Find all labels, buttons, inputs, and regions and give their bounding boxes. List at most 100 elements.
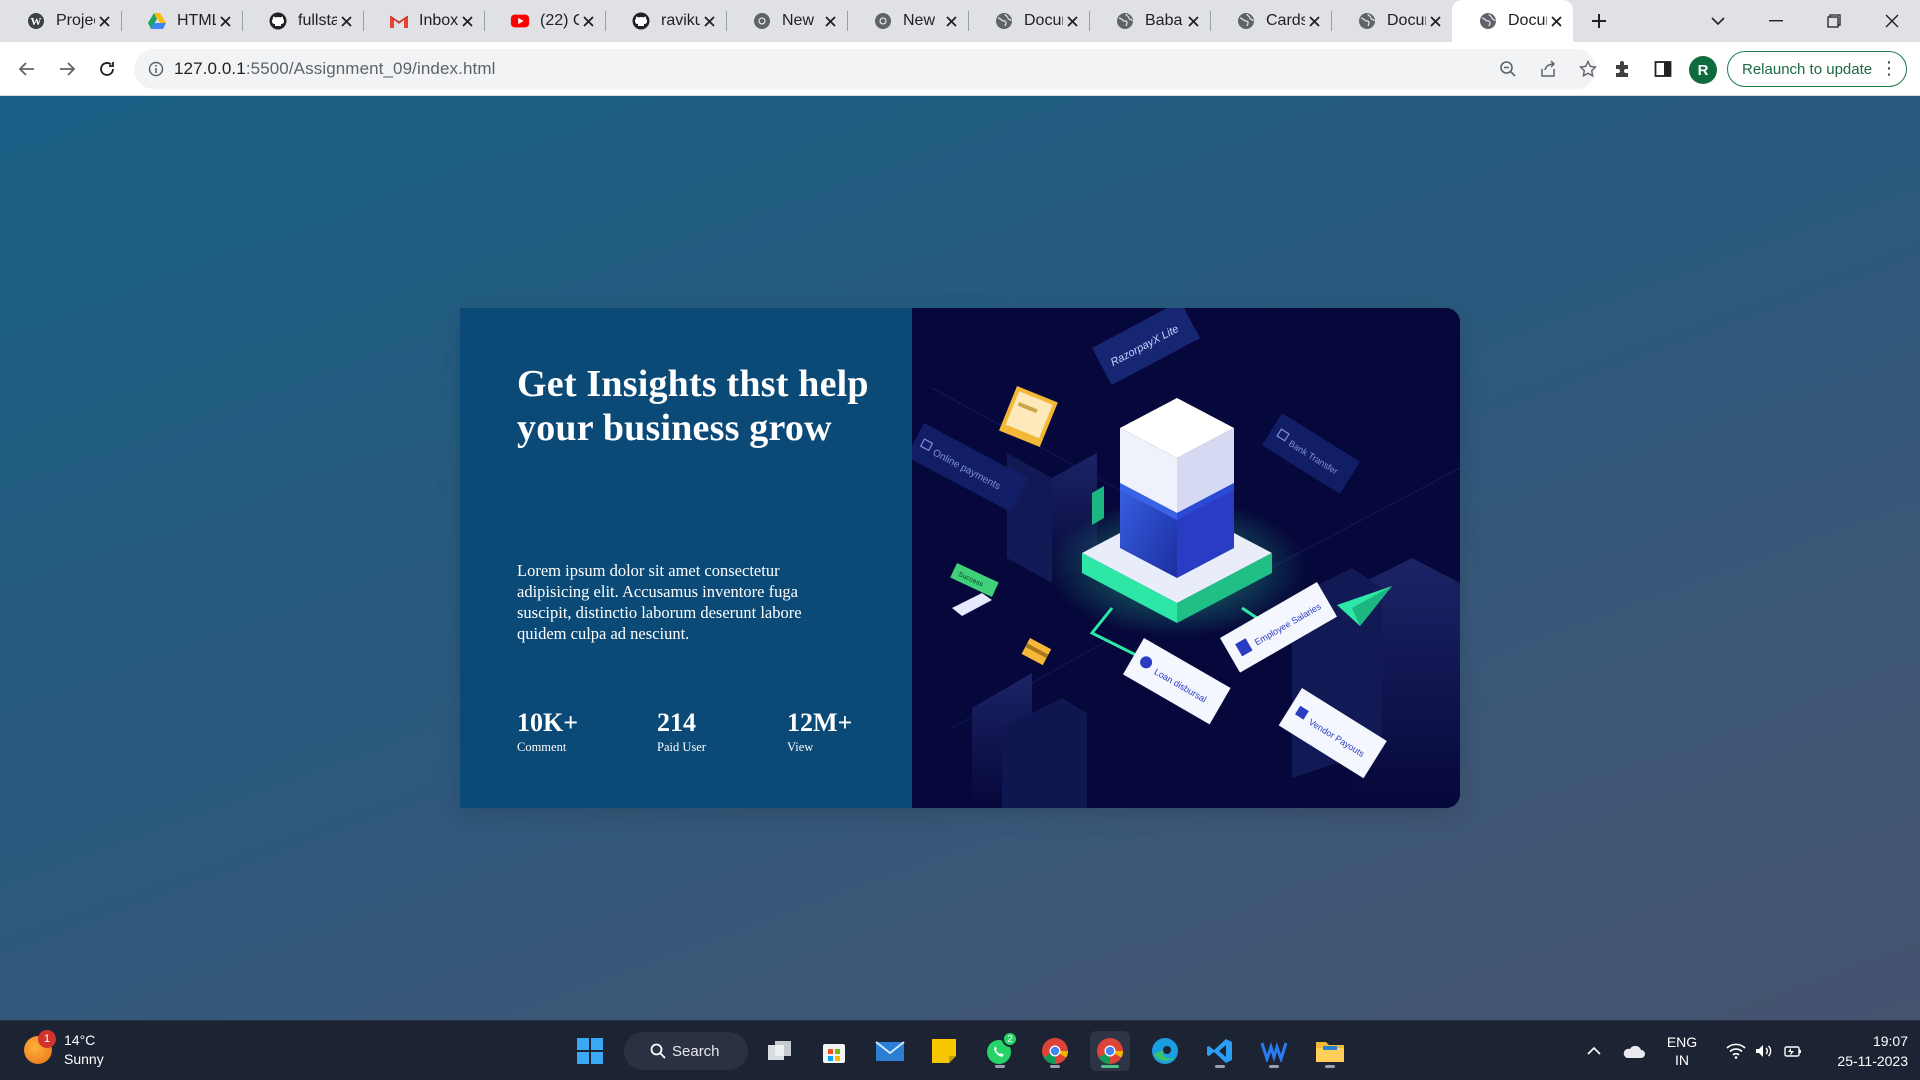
weather-badge: 1 (38, 1030, 56, 1048)
taskbar-app-w[interactable] (1254, 1031, 1294, 1071)
close-tab-icon[interactable] (1063, 12, 1081, 30)
running-indicator (1215, 1065, 1225, 1068)
tab-title: fullstack (298, 12, 337, 29)
weather-widget[interactable]: 1 14°C Sunny (24, 1030, 104, 1069)
taskbar-chrome[interactable] (1035, 1031, 1075, 1071)
chevron-down-icon (1711, 17, 1725, 26)
new-tab-button[interactable] (1577, 0, 1621, 42)
stat-views: 12M+ View (787, 708, 877, 755)
reload-button[interactable] (89, 51, 125, 87)
tab-12[interactable]: Document (1331, 0, 1452, 42)
relaunch-button[interactable]: Relaunch to update ⋮ (1727, 51, 1907, 87)
task-view-icon (768, 1041, 791, 1060)
globe-icon (1236, 11, 1256, 31)
tab-2[interactable]: HTML (121, 0, 242, 42)
close-tab-icon[interactable] (1305, 12, 1323, 30)
system-clock[interactable]: 19:07 25-11-2023 (1812, 1031, 1908, 1071)
info-icon[interactable] (148, 61, 164, 77)
tab-title: (22) C (540, 12, 579, 29)
vscode-icon (1207, 1039, 1232, 1063)
sticky-notes-icon (932, 1039, 956, 1063)
close-tab-icon[interactable] (700, 12, 718, 30)
tab-10[interactable]: Baba (1089, 0, 1210, 42)
taskbar-mail[interactable] (870, 1031, 910, 1071)
minimize-button[interactable] (1748, 0, 1804, 42)
tab-5[interactable]: (22) C (484, 0, 605, 42)
search-label: Search (672, 1042, 720, 1060)
share-button[interactable] (1530, 51, 1566, 87)
taskbar-search[interactable]: Search (624, 1032, 748, 1070)
restore-button[interactable] (1806, 0, 1862, 42)
tab-1[interactable]: W Projects (0, 0, 121, 42)
stat-comments: 10K+ Comment (517, 708, 657, 755)
close-tab-icon[interactable] (579, 12, 597, 30)
close-tab-icon[interactable] (216, 12, 234, 30)
zoom-button[interactable] (1490, 51, 1526, 87)
back-button[interactable] (9, 51, 45, 87)
bookmark-button[interactable] (1570, 51, 1606, 87)
page-viewport: Get Insights thst help your business gro… (0, 96, 1920, 1020)
battery-icon (1784, 1046, 1801, 1057)
language-indicator[interactable]: ENG IN (1660, 1021, 1704, 1080)
close-tab-icon[interactable] (95, 12, 113, 30)
taskbar-file-explorer[interactable] (1310, 1031, 1350, 1071)
close-window-button[interactable] (1864, 0, 1920, 42)
close-tab-icon[interactable] (1547, 12, 1565, 30)
close-icon (1885, 14, 1899, 28)
close-tab-icon[interactable] (1184, 12, 1202, 30)
more-vert-icon[interactable]: ⋮ (1880, 59, 1898, 77)
zoom-out-icon (1500, 61, 1516, 77)
card-heading: Get Insights thst help your business gro… (517, 363, 869, 449)
tab-3[interactable]: fullstack (242, 0, 363, 42)
tab-11[interactable]: Cards (1210, 0, 1331, 42)
url-path: :5500/Assignment_09/index.html (245, 59, 496, 78)
taskbar-edge[interactable] (1145, 1031, 1185, 1071)
region-code: IN (1675, 1052, 1689, 1068)
show-hidden-icons-button[interactable] (1580, 1021, 1608, 1080)
chevron-up-icon (1587, 1046, 1601, 1055)
taskbar-chrome-profile[interactable] (1090, 1031, 1130, 1071)
tab-4[interactable]: Inbox (363, 0, 484, 42)
illustration-panel: RazorpayX Lite Online payments Bank Tran… (912, 308, 1460, 808)
waveform-icon (1260, 1042, 1288, 1062)
onedrive-button[interactable] (1618, 1021, 1648, 1080)
stats-row: 10K+ Comment 214 Paid User 12M+ View (517, 708, 877, 755)
sun-icon: 1 (24, 1030, 56, 1064)
tab-13[interactable]: Document (1452, 0, 1573, 42)
tab-8[interactable]: New (847, 0, 968, 42)
tab-7[interactable]: New (726, 0, 847, 42)
side-panel-button[interactable] (1645, 51, 1681, 87)
profile-avatar[interactable]: R (1689, 56, 1717, 84)
forward-button[interactable] (49, 51, 85, 87)
taskbar-vscode[interactable] (1200, 1031, 1240, 1071)
weather-temperature: 14°C (64, 1032, 96, 1048)
task-view-button[interactable] (760, 1031, 800, 1071)
close-tab-icon[interactable] (1426, 12, 1444, 30)
tab-title: Document (1387, 12, 1426, 29)
weather-condition: Sunny (64, 1051, 104, 1067)
globe-icon (1115, 11, 1135, 31)
search-icon (650, 1043, 666, 1059)
quick-settings-button[interactable] (1714, 1021, 1814, 1080)
start-button[interactable] (570, 1031, 610, 1071)
whatsapp-badge: 2 (1002, 1031, 1018, 1047)
tab-9[interactable]: Document (968, 0, 1089, 42)
taskbar-store[interactable] (814, 1031, 854, 1071)
taskbar-sticky-notes[interactable] (924, 1031, 964, 1071)
tab-title: Document (1024, 12, 1063, 29)
extensions-button[interactable] (1605, 51, 1641, 87)
close-tab-icon[interactable] (337, 12, 355, 30)
tab-search-button[interactable] (1690, 0, 1746, 42)
close-tab-icon[interactable] (942, 12, 960, 30)
tab-6[interactable]: ravikumar (605, 0, 726, 42)
close-tab-icon[interactable] (821, 12, 839, 30)
clock-date: 25-11-2023 (1837, 1053, 1908, 1069)
taskbar-whatsapp[interactable]: 2 (980, 1031, 1020, 1071)
close-tab-icon[interactable] (458, 12, 476, 30)
address-bar[interactable]: 127.0.0.1:5500/Assignment_09/index.html (134, 49, 1597, 89)
tab-title: Projects (56, 12, 95, 29)
star-icon (1579, 60, 1597, 78)
url-text: 127.0.0.1:5500/Assignment_09/index.html (174, 59, 495, 79)
browser-toolbar: 127.0.0.1:5500/Assignment_09/index.html … (0, 42, 1920, 96)
stat-value: 10K+ (517, 708, 579, 737)
